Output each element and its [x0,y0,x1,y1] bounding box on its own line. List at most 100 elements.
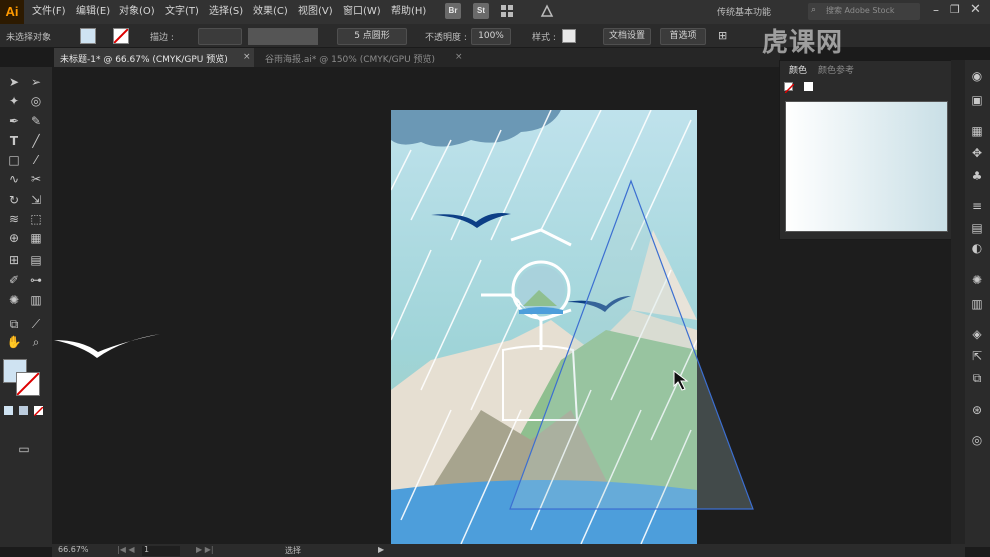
close-icon[interactable]: ✕ [970,2,981,17]
opacity-label: 不透明度 : [425,33,467,43]
none-mode-icon[interactable] [33,406,44,417]
direct-selection-icon[interactable]: ➢ [28,74,44,90]
color-panel-icon[interactable]: ✺ [969,272,985,288]
screen-mode-icon[interactable]: ▭ [16,441,32,457]
shaper-icon[interactable]: ∿ [6,171,22,187]
restore-icon[interactable]: ❐ [950,3,960,16]
status-bar [52,544,965,557]
current-tool-status: 选择 [285,546,301,555]
watermark-logo: 虎课网 [762,28,844,58]
menu-type[interactable]: 文字(T) [165,0,199,24]
color-spectrum[interactable] [785,101,948,232]
zoom-level[interactable]: 66.67% [58,545,89,554]
opacity-field[interactable]: 100% [471,28,511,45]
line-tool-icon[interactable]: ╱ [28,133,44,149]
swatches-icon[interactable]: ▥ [969,296,985,312]
brushes-icon[interactable]: ✥ [969,145,985,161]
layers-icon[interactable]: ◈ [969,326,985,342]
artboard-tool-icon[interactable]: ⧉ [6,316,22,332]
selection-state: 未选择对象 [6,33,52,43]
color-tab[interactable]: 颜色 [789,63,807,76]
menu-select[interactable]: 选择(S) [209,0,243,24]
none-swatch-icon[interactable] [784,82,795,94]
slice-tool-icon[interactable]: ⟋ [28,316,44,332]
paintbrush-icon[interactable]: ⁄ [28,152,44,168]
gradient-icon[interactable]: ▤ [28,252,44,268]
scale-icon[interactable]: ⇲ [28,192,44,208]
lasso-icon[interactable]: ◎ [28,93,44,109]
stock-search-placeholder: 搜索 Adobe Stock [826,6,895,15]
export-icon[interactable]: ⇱ [969,348,985,364]
menu-edit[interactable]: 编辑(E) [76,0,110,24]
preferences-button[interactable]: 首选项 [660,28,706,45]
warp-icon[interactable]: ≋ [6,211,22,227]
curvature-icon[interactable]: ✎ [28,113,44,129]
gradient-panel-icon[interactable]: ▤ [969,220,985,236]
bridge-button[interactable]: Br [445,3,461,19]
menu-help[interactable]: 帮助(H) [391,0,426,24]
variable-width-profile[interactable] [248,28,318,45]
first-page-icon[interactable]: |◀ ◀ [117,545,135,554]
status-menu-icon[interactable]: ▶ [378,545,384,554]
gpu-performance-icon[interactable] [540,4,554,18]
arrange-documents-icon[interactable] [500,4,514,18]
blend-icon[interactable]: ⊶ [28,272,44,288]
hand-tool-icon[interactable]: ✋ [6,334,22,350]
minimize-icon[interactable]: – [933,3,939,17]
brush-definition[interactable]: 5 点圆形 [337,28,407,45]
mesh-icon[interactable]: ⊞ [6,252,22,268]
graph-tool-icon[interactable]: ▥ [28,292,44,308]
stock-button[interactable]: St [473,3,489,19]
magic-wand-icon[interactable]: ✦ [6,93,22,109]
gradient-mode-icon[interactable] [19,406,28,415]
symbols-icon[interactable]: ♣ [969,168,985,184]
selection-tool-icon[interactable]: ➤ [6,74,22,90]
style-swatch[interactable] [562,29,576,43]
menu-window[interactable]: 窗口(W) [343,0,381,24]
document-setup-button[interactable]: 文档设置 [603,28,651,45]
stroke-panel-icon[interactable]: ≡ [969,198,985,214]
pen-tool-icon[interactable]: ✒ [6,113,22,129]
align-icon[interactable]: ⊞ [718,29,727,42]
stroke-swatch[interactable] [113,28,129,44]
stroke-label: 描边 : [150,33,174,43]
type-tool-icon[interactable]: T [6,133,22,149]
vertical-scrollbar[interactable] [951,60,965,547]
menu-file[interactable]: 文件(F) [32,0,66,24]
zoom-tool-icon[interactable]: ⌕ [28,334,44,350]
mouse-cursor-icon [673,370,689,391]
color-mode-icon[interactable] [4,406,13,415]
triangle-shape[interactable] [500,175,760,520]
next-page-icon[interactable]: ▶ ▶| [196,545,214,554]
stroke-weight-field[interactable] [198,28,242,45]
tab-close-icon[interactable]: × [455,52,463,62]
white-swatch[interactable] [804,82,813,91]
symbol-sprayer-icon[interactable]: ✺ [6,292,22,308]
scissors-icon[interactable]: ✂ [28,171,44,187]
page-number: 1 [144,545,150,554]
menu-view[interactable]: 视图(V) [298,0,333,24]
tab-guyu-poster[interactable]: 谷雨海报.ai* @ 150% (CMYK/GPU 预览) [265,52,435,65]
menu-effect[interactable]: 效果(C) [253,0,288,24]
fill-swatch[interactable] [80,28,96,44]
rotate-icon[interactable]: ↻ [6,192,22,208]
color-guide-tab[interactable]: 颜色参考 [818,63,854,76]
shape-builder-icon[interactable]: ⊕ [6,230,22,246]
properties-icon[interactable]: ◉ [969,68,985,84]
free-transform-icon[interactable]: ⬚ [28,211,44,227]
links-icon[interactable]: ⊛ [969,402,985,418]
appearance-icon[interactable]: ▦ [969,123,985,139]
bird-shape-outside[interactable] [52,330,162,362]
transparency-icon[interactable]: ◐ [969,240,985,256]
stroke-color-box[interactable] [16,372,40,396]
eyedropper-icon[interactable]: ✐ [6,272,22,288]
cc-libraries-icon[interactable]: ◎ [969,432,985,448]
workspace-switcher[interactable]: 传统基本功能 [717,5,771,18]
rectangle-tool-icon[interactable]: □ [6,152,22,168]
menu-object[interactable]: 对象(O) [119,0,155,24]
tab-untitled[interactable]: 未标题-1* @ 66.67% (CMYK/GPU 预览) [60,52,228,65]
perspective-grid-icon[interactable]: ▦ [28,230,44,246]
libraries-icon[interactable]: ▣ [969,92,985,108]
artboards-icon[interactable]: ⧉ [969,370,985,386]
tab-close-icon[interactable]: × [243,52,251,62]
